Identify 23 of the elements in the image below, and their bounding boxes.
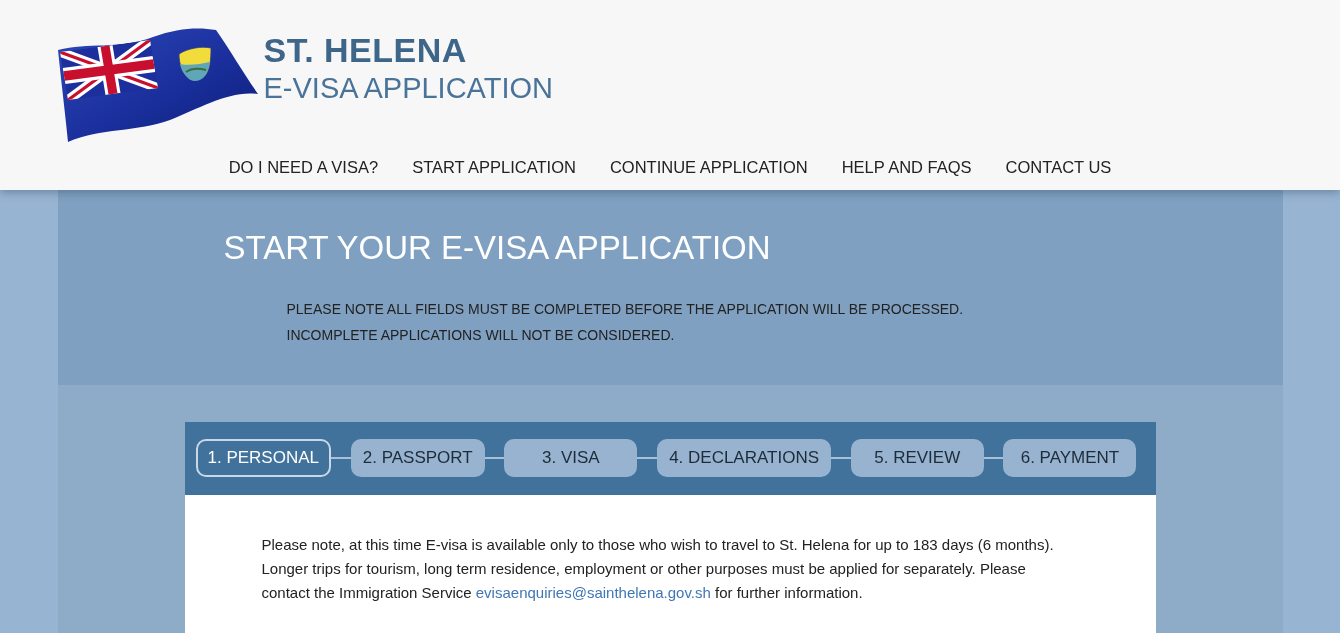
step-connector	[831, 457, 851, 459]
step-tab[interactable]: 5. REVIEW	[850, 439, 984, 477]
site-title: ST. HELENA	[263, 32, 467, 68]
page-heading: START YOUR E-VISA APPLICATION	[223, 228, 771, 268]
notice-line: PLEASE NOTE ALL FIELDS MUST BE COMPLETED BEFORE THE APPLICATION WILL BE PROCESSED.	[286, 300, 964, 319]
email-link[interactable]: evisaenquiries@sainthelena.gov.sh	[475, 584, 711, 601]
step-tab[interactable]: 2. PASSPORT	[350, 439, 485, 477]
step-tab[interactable]: 3. VISA	[504, 439, 638, 477]
step-connector	[331, 457, 351, 459]
step-tab[interactable]: 4. DECLARATIONS	[657, 439, 831, 477]
step-connector	[484, 457, 505, 459]
nav-link[interactable]: CONTINUE APPLICATION	[609, 154, 808, 180]
notice-paragraph: Please note, at this time E-visa is available only to those who wish to travel to St. Helena for up to 183 days (6 months). Longer trips for tourism, long term residence, employment or other purposes must be applied for separately. Please contact the Immigration Service evisaenquiries@sainthelena.gov.sh for further information.	[261, 535, 1055, 603]
site-subtitle: E-VISA APPLICATION	[263, 72, 554, 104]
nav-link[interactable]: CONTACT US	[1005, 154, 1112, 180]
step-connector	[637, 457, 658, 459]
step-tab[interactable]: 1. PERSONAL	[195, 439, 331, 477]
nav-link[interactable]: DO I NEED A VISA?	[228, 154, 379, 180]
notice-line: INCOMPLETE APPLICATIONS WILL NOT BE CONSIDERED.	[286, 326, 675, 345]
nav-link[interactable]: START APPLICATION	[412, 154, 576, 180]
step-tab[interactable]: 6. PAYMENT	[1003, 439, 1137, 477]
nav-link[interactable]: HELP AND FAQS	[841, 154, 972, 180]
step-connector	[983, 457, 1004, 459]
